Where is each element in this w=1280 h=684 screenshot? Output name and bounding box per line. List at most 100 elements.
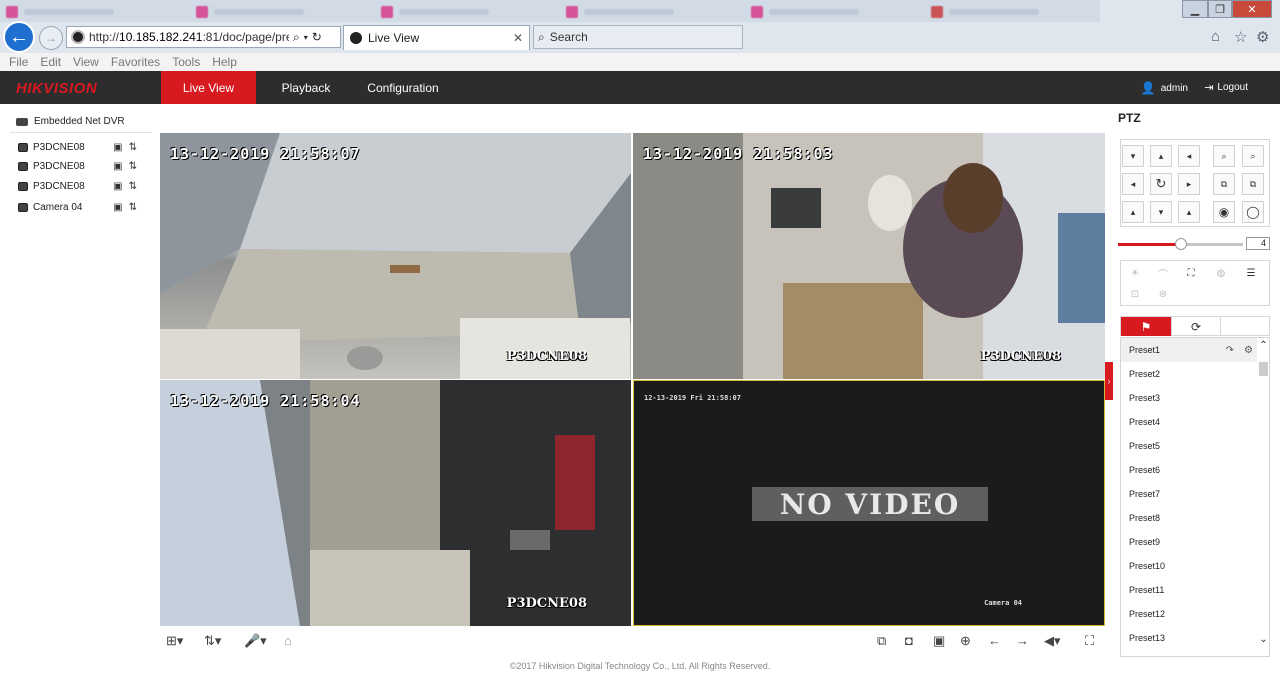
pan-up-right-button[interactable]: ◂ — [1178, 145, 1200, 167]
wiper-icon[interactable]: ⌒ — [1151, 264, 1175, 282]
tab-live-view[interactable]: Live View — [161, 71, 256, 104]
record-icon[interactable]: ▣ — [113, 161, 122, 172]
camera-item[interactable]: P3DCNE08 ▣ ⇅ — [18, 159, 143, 173]
tab-playback[interactable]: Playback — [263, 71, 349, 104]
user-menu[interactable]: 👤 admin — [1141, 81, 1188, 95]
scroll-thumb[interactable] — [1259, 362, 1268, 376]
set-preset-gear-icon[interactable]: ⚙ — [1244, 345, 1253, 356]
auto-focus-icon[interactable]: ⛶ — [1179, 264, 1203, 282]
pan-left-button[interactable]: ◂ — [1122, 173, 1144, 195]
chevron-down-icon[interactable]: ⌄ — [1257, 634, 1269, 648]
list-item[interactable]: Preset12 — [1121, 602, 1257, 626]
refresh-icon[interactable]: ↻ — [312, 30, 322, 44]
focus-near-icon[interactable]: ⧉ — [1213, 173, 1235, 195]
video-tile[interactable]: 13-12-2019 21:58:07 P3DCNE08 — [160, 133, 631, 379]
address-url[interactable]: http://10.185.182.241:81/doc/page/previ — [89, 30, 289, 44]
3d-zoom-icon[interactable]: ⊡ — [1123, 285, 1147, 303]
slider-knob[interactable] — [1174, 238, 1187, 250]
light-icon[interactable]: ☀ — [1123, 264, 1147, 282]
pan-right-button[interactable]: ▸ — [1178, 173, 1200, 195]
pan-down-right-button[interactable]: ▴ — [1178, 201, 1200, 223]
next-page-icon[interactable]: → — [1016, 633, 1029, 648]
close-tab-icon[interactable]: ✕ — [513, 31, 523, 45]
lens-init-icon[interactable]: ◍ — [1209, 264, 1233, 282]
camera-item[interactable]: P3DCNE08 ▣ ⇅ — [18, 179, 143, 193]
background-tab[interactable] — [560, 4, 730, 20]
stream-type-icon[interactable]: ⇅▾ — [204, 633, 221, 649]
list-item[interactable]: Preset3 — [1121, 386, 1257, 410]
ptz-speed-slider[interactable] — [1118, 238, 1243, 250]
pan-up-left-button[interactable]: ▾ — [1122, 145, 1144, 167]
logout-button[interactable]: ⇥ Logout — [1204, 81, 1248, 94]
manual-track-icon[interactable]: ⊛ — [1151, 285, 1175, 303]
stream-icon[interactable]: ⇅ — [129, 161, 137, 172]
iris-close-icon[interactable]: ◯ — [1242, 201, 1264, 223]
menu-edit[interactable]: Edit — [40, 55, 61, 69]
record-icon[interactable]: ▣ — [113, 181, 122, 192]
menu-favorites[interactable]: Favorites — [111, 55, 160, 69]
list-item[interactable]: Preset5 — [1121, 434, 1257, 458]
favorites-star-icon[interactable]: ☆ — [1234, 28, 1247, 46]
record-icon[interactable]: ▣ — [113, 142, 122, 153]
list-item[interactable]: Preset11 — [1121, 578, 1257, 602]
capture-icon[interactable]: ◘ — [905, 633, 913, 648]
pan-down-left-button[interactable]: ▴ — [1122, 201, 1144, 223]
record-icon[interactable]: ▣ — [113, 202, 122, 213]
call-preset-icon[interactable]: ↷ — [1226, 345, 1234, 356]
chevron-up-icon[interactable]: ⌃ — [1257, 340, 1269, 354]
background-tab[interactable] — [375, 4, 545, 20]
menu-help[interactable]: Help — [212, 55, 237, 69]
dropdown-icon[interactable]: ▾ — [304, 33, 308, 42]
list-item[interactable]: Preset6 — [1121, 458, 1257, 482]
stop-all-icon[interactable]: ⧉ — [877, 633, 886, 649]
stream-icon[interactable]: ⇅ — [129, 142, 137, 153]
camera-item[interactable]: Camera 04 ▣ ⇅ — [18, 200, 143, 214]
background-tab[interactable] — [925, 4, 1095, 20]
background-tab[interactable] — [745, 4, 915, 20]
video-tile[interactable]: 13-12-2019 21:58:03 P3DCNE08 — [633, 133, 1105, 379]
search-tab[interactable]: ⌕ Search — [533, 25, 743, 49]
list-item[interactable]: Preset2 — [1121, 362, 1257, 386]
home-icon[interactable]: ⌂ — [1211, 28, 1220, 45]
forward-button[interactable]: → — [39, 26, 63, 50]
settings-gear-icon[interactable]: ⚙ — [1256, 28, 1269, 46]
menu-tools[interactable]: Tools — [172, 55, 200, 69]
tab-configuration[interactable]: Configuration — [357, 71, 449, 104]
address-bar[interactable]: http://10.185.182.241:81/doc/page/previ … — [66, 26, 341, 48]
camera-item[interactable]: P3DCNE08 ▣ ⇅ — [18, 140, 143, 154]
zoom-in-icon[interactable]: ⌕ — [1242, 145, 1264, 167]
window-layout-icon[interactable]: ⊞▾ — [166, 633, 183, 649]
menu-view[interactable]: View — [73, 55, 99, 69]
list-item[interactable]: Preset7 — [1121, 482, 1257, 506]
list-item[interactable]: Preset9 — [1121, 530, 1257, 554]
stream-icon[interactable]: ⇅ — [129, 181, 137, 192]
iris-open-icon[interactable]: ◉ — [1213, 201, 1235, 223]
stream-icon[interactable]: ⇅ — [129, 202, 137, 213]
search-icon[interactable]: ⌕ — [293, 30, 300, 45]
menu-icon[interactable]: ☰ — [1239, 264, 1263, 282]
fullscreen-icon[interactable]: ⛶ — [1085, 633, 1094, 649]
list-item[interactable]: Preset4 — [1121, 410, 1257, 434]
tab-patrol[interactable]: ⟳ — [1171, 317, 1221, 336]
record-all-icon[interactable]: ▣ — [933, 633, 945, 649]
video-tile[interactable]: 13-12-2019 21:58:04 P3DCNE08 — [160, 380, 631, 626]
pan-up-button[interactable]: ▴ — [1150, 145, 1172, 167]
zoom-out-icon[interactable]: ⌕ — [1213, 145, 1235, 167]
auto-pan-button[interactable]: ↻ — [1150, 173, 1172, 195]
close-window-button[interactable]: ✕ — [1232, 0, 1272, 18]
list-item[interactable]: Preset8 — [1121, 506, 1257, 530]
video-tile-selected[interactable]: 12-13-2019 Fri 21:58:07 NO VIDEO Camera … — [633, 380, 1105, 626]
collapse-ptz-handle[interactable]: › — [1105, 362, 1113, 400]
maximize-button[interactable]: ❐ — [1208, 0, 1232, 18]
voice-talk-icon[interactable]: ⌂ — [284, 633, 292, 648]
tab-preset[interactable]: ⚑ — [1121, 317, 1171, 336]
audio-icon[interactable]: ◀▾ — [1044, 633, 1061, 649]
focus-far-icon[interactable]: ⧉ — [1242, 173, 1264, 195]
ptz-speed-value[interactable]: 4 — [1246, 237, 1270, 250]
menu-file[interactable]: File — [9, 55, 28, 69]
back-button[interactable]: ← — [3, 21, 35, 53]
background-tab[interactable] — [190, 4, 360, 20]
tab-pattern[interactable] — [1221, 317, 1271, 336]
list-item[interactable]: Preset13 — [1121, 626, 1257, 650]
list-item[interactable]: Preset10 — [1121, 554, 1257, 578]
